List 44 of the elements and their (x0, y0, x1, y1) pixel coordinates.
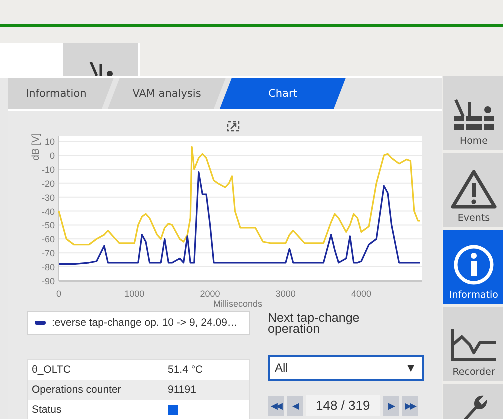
y-axis-title: dB [V] (31, 133, 42, 161)
x-tick-label: 0 (56, 289, 62, 299)
y-tick-label: -90 (42, 276, 55, 286)
transformer-icon (452, 98, 496, 132)
info-icon (453, 244, 495, 286)
sidebar-item[interactable]: Recorder (443, 307, 503, 381)
y-tick-label: 0 (50, 151, 55, 162)
next-button[interactable]: ▶ (383, 396, 400, 416)
tab[interactable]: Chart (220, 78, 346, 109)
sidebar-item[interactable]: Events (443, 153, 503, 227)
first-page-button[interactable]: ◀◀ (268, 396, 284, 416)
zoom-reset-icon[interactable] (227, 121, 240, 132)
y-tick-label: -80 (42, 262, 55, 273)
y-tick-label: -70 (42, 248, 55, 259)
x-tick-label: 3000 (276, 289, 296, 299)
waveform-icon (450, 327, 498, 363)
y-tick-label: -10 (42, 164, 55, 175)
y-tick-label: -40 (42, 206, 55, 217)
legend-label: :everse tap-change op. 10 -> 9, 24.09… (52, 317, 238, 329)
back-tile[interactable] (63, 43, 138, 76)
y-tick-label: 10 (44, 137, 55, 148)
section-title: Next tap-change operation (268, 313, 361, 335)
table-cell: 51.4 °C (168, 364, 204, 376)
y-tick-label: -60 (42, 234, 55, 245)
x-axis-title: Milliseconds (213, 299, 263, 309)
tab[interactable]: Information (8, 78, 114, 109)
previous-button[interactable]: ◀ (287, 396, 303, 416)
filter-dropdown[interactable]: All ▼ (268, 355, 424, 381)
y-tick-label: -20 (42, 178, 55, 189)
tab[interactable]: VAM analysis (108, 78, 226, 109)
table-cell: 91191 (168, 384, 196, 396)
table-cell-text: θ_OLTC (31, 364, 72, 376)
last-page-button[interactable]: ▶▶ (402, 396, 418, 416)
sidebar-item[interactable]: Home (443, 76, 503, 150)
sidebar-item[interactable]: Informatio (443, 230, 503, 304)
warning-icon (451, 169, 497, 209)
page-position: 148 / 319 (306, 395, 380, 416)
x-tick-label: 4000 (351, 289, 372, 299)
y-tick-label: -50 (42, 220, 55, 231)
x-tick-label: 1000 (124, 289, 145, 299)
x-tick-label: 2000 (200, 289, 220, 299)
table-cell-text: Operations counter (31, 384, 122, 396)
y-tick-label: -30 (42, 192, 55, 203)
table-cell-text: Status (31, 404, 63, 416)
